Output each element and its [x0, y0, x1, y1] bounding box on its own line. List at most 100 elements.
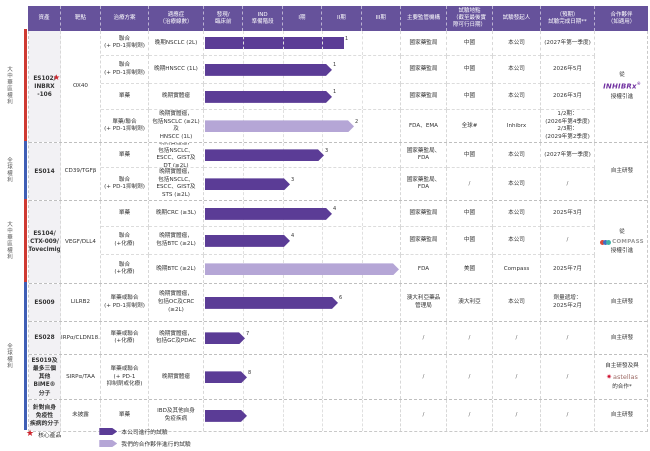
partner-cell: 自主研發: [595, 322, 649, 354]
phase-progress-bar: [205, 235, 290, 247]
partner-cell: 自主研發及與 ✷ astellas 的合作*: [595, 355, 649, 399]
bar-footnote-sup: 4: [333, 206, 337, 213]
legend-bar-types: 本公司進行的試驗 我們的合作夥伴進行的試驗: [99, 427, 191, 448]
regimen-cell: 聯合 (+化療): [101, 227, 149, 256]
regimen-cell: 單藥: [101, 84, 149, 111]
bar-footnote-sup: 5: [400, 262, 401, 269]
legend-our-trials: 本公司進行的試驗: [99, 427, 191, 436]
phase-gridline: [361, 110, 363, 143]
milestone-cell: /: [541, 322, 595, 355]
bar-wrap: 3: [204, 148, 400, 161]
pipeline-block-3: ES009 LILRB2 單藥或聯合 (+ PD-1抑制劑) 晚期實體瘤， 包括OC及…: [29, 284, 647, 323]
regimen-cell: 聯合 (+ PD-1抑制劑): [101, 56, 149, 85]
table-header-row: 資產 靶點 治療方案 適應症 （治療線數） 發現/ 臨床前 IND 準備階段 I期 II期 II…: [28, 6, 648, 32]
regimen-cell: 單藥/聯合 (+ PD-1抑制劑): [101, 110, 149, 143]
legend-core-product-label: 核心產品: [38, 433, 62, 439]
target-cell: OX40: [61, 31, 101, 143]
header-col-6: I期: [281, 6, 321, 32]
partner-stack: 自主研發: [611, 168, 633, 176]
location-cell: 美國: [447, 255, 493, 284]
asset-cell: ES104/ CTX-009/ Tovecimig: [29, 201, 61, 284]
asset-cell: ES014: [29, 143, 61, 201]
bar-footnote-sup: 3: [291, 176, 295, 183]
phase-track-cell: 4: [204, 201, 401, 228]
phase-track-cell: [204, 400, 401, 432]
partner-stack: 自主研發: [611, 299, 633, 307]
compass-dots-icon: [600, 239, 612, 245]
rights-segment-line: [24, 29, 27, 141]
pipeline-block-4: ES028SIRPα/CLDN18.2單藥或聯合 (+化療)晚期實體瘤， 包括G…: [29, 322, 649, 356]
asset-cell: ES028: [29, 322, 61, 355]
regulator-cell: 國家藥監局: [401, 227, 447, 256]
header-col-11: 試驗發起人: [491, 6, 540, 32]
target-cell: SIRPα/TAA: [61, 355, 101, 400]
partner-post-text: 的合作*: [612, 383, 632, 390]
indication-cell: 晚期實體瘤， 包括GC及PDAC: [149, 322, 204, 355]
sponsor-cell: 本公司: [493, 284, 541, 322]
sponsor-cell: /: [493, 322, 541, 355]
location-cell: /: [447, 355, 493, 400]
milestone-cell: /: [541, 355, 595, 400]
partner-pre-text: 自主研發及與: [605, 363, 639, 370]
rights-segment-label: 全球權利: [6, 157, 12, 183]
milestone-cell: /: [541, 227, 595, 256]
astellas-logo-text: astellas: [612, 372, 638, 381]
partner-stack: 從 COMPASS 授權引進: [600, 229, 644, 256]
indication-cell: 晚期實體瘤: [149, 355, 204, 400]
phase-progress-bar: [205, 149, 324, 161]
pipeline-block-5: ES019及 最多三個 其他BiME® 分子 SIRPα/TAA 單藥或聯合 (+ …: [29, 355, 649, 401]
phase-gridline: [361, 84, 363, 110]
phase-track-cell: 3: [204, 143, 401, 169]
bar-wrap: 8: [204, 370, 400, 383]
asset-cell: ES102/ INBRX -106 ★: [29, 31, 61, 143]
partner-pre-text: 從: [619, 71, 625, 78]
phase-progress-bar: [205, 64, 332, 76]
regimen-cell: 單藥: [101, 201, 149, 228]
pipeline-table: 資產 靶點 治療方案 適應症 （治療線數） 發現/ 臨床前 IND 準備階段 I期 II期 II…: [28, 6, 649, 433]
bar-footnote-sup: 1: [333, 89, 337, 96]
compass-logo: COMPASS: [600, 239, 644, 247]
bar-wrap: 6: [204, 295, 400, 309]
partner-text: 自主研發: [610, 334, 634, 341]
header-col-5: IND 準備階段: [242, 6, 281, 32]
location-cell: 中國: [447, 201, 493, 228]
partner-post-text: 授權引進: [610, 94, 634, 101]
sponsor-cell: 本公司: [493, 31, 541, 57]
regulator-cell: 國家藥監局: [401, 84, 447, 111]
pipeline-block-2: ES104/ CTX-009/ Tovecimig VEGF/DLL4 單藥 晚期CR…: [29, 201, 647, 285]
location-cell: 澳大利亞: [447, 284, 493, 322]
header-col-13: 合作夥伴 （如適用）: [593, 6, 648, 32]
phase-gridline: [361, 56, 363, 84]
phase-gridline: [243, 31, 245, 56]
indication-cell: 晚期實體瘤， 包括NSCLC、 ESCC、GIST及 DT (≥2L): [149, 143, 204, 169]
regulator-cell: 國家藥監局、 FDA: [401, 168, 447, 201]
milestone-cell: 劑量遞增： 2025年2月: [541, 284, 595, 322]
header-col-10: 試驗地點 （截至最後實 際可行日期）: [445, 6, 492, 32]
phase-progress-bar: [205, 120, 354, 132]
location-cell: /: [447, 322, 493, 355]
bar-wrap: 2: [204, 119, 400, 132]
milestone-cell: 1/2期： (2026年第4季度) 2/3期： (2029年第2季度): [541, 110, 595, 143]
phase-gridline: [361, 31, 363, 56]
header-col-9: 主要監管機構: [399, 6, 446, 32]
bar-footnote-sup: 1: [333, 62, 337, 69]
phase-track-cell: 3: [204, 168, 401, 201]
legend-partner-trials-label: 我們的合作夥伴進行的試驗: [121, 442, 191, 448]
target-cell: CD39/TGFβ: [61, 143, 101, 201]
sponsor-cell: 本公司: [493, 201, 541, 228]
sponsor-cell: /: [493, 355, 541, 400]
indication-cell: 晚期實體瘤， 包括BTC (≥2L): [149, 227, 204, 256]
partner-trial-bar-icon: [99, 440, 117, 447]
regulator-cell: 國家藥監局: [401, 31, 447, 57]
phase-progress-bar: [205, 91, 332, 103]
legend: ★ 核心產品 本公司進行的試驗 我們的合作夥伴進行的試驗: [26, 427, 191, 448]
phase-gridline: [361, 168, 363, 201]
location-cell: 中國: [447, 227, 493, 256]
partner-text: 自主研發: [610, 299, 634, 305]
phase-gridline: [361, 201, 363, 227]
regulator-cell: 國家藥監局: [401, 201, 447, 228]
phase-progress-bar: [205, 263, 399, 275]
regimen-cell: 聯合 (+ PD-1抑制劑): [101, 168, 149, 201]
phase-track-cell: 1: [204, 84, 401, 111]
phase-progress-bar: [205, 410, 247, 422]
